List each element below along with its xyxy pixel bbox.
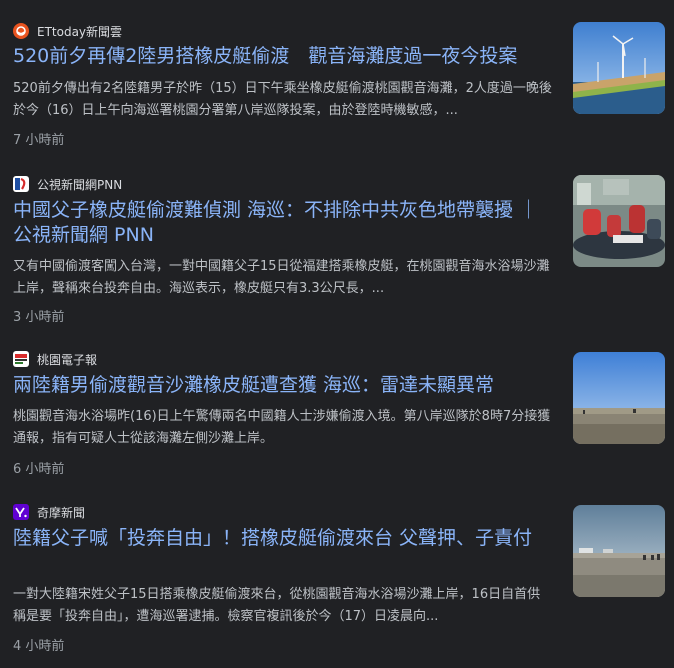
source-name: ETtoday新聞雲 (37, 24, 123, 39)
article-snippet: 一對大陸籍宋姓父子15日搭乘橡皮艇偷渡來台，從桃園觀音海水浴場沙灘上岸，16日自… (13, 587, 541, 624)
article-source[interactable]: 公視新聞網PNN (13, 175, 122, 193)
wind-turbine-coast-image[interactable] (573, 22, 665, 114)
article-time: 7 小時前 (13, 133, 65, 148)
yahoo-logo-icon (13, 504, 29, 520)
article-snippet: 520前夕傳出有2名陸籍男子於昨（15）日下午乘坐橡皮艇偷渡桃園觀音海灘，2人度… (13, 81, 552, 118)
pts-logo-icon (13, 176, 29, 192)
taoyuan-epaper-logo-icon (13, 351, 29, 367)
source-name: 公視新聞網PNN (37, 177, 123, 192)
article-title-link[interactable]: 兩陸籍男偷渡觀音沙灘橡皮艇遭查獲 海巡：雷達未顯異常 (13, 373, 553, 398)
source-name: 奇摩新聞 (37, 505, 86, 520)
beach-sky-image[interactable] (573, 352, 665, 444)
source-name: 桃園電子報 (37, 352, 98, 367)
article-time: 4 小時前 (13, 639, 65, 654)
news-feed: ETtoday新聞雲 520前夕再傳2陸男搭橡皮艇偷渡 觀音海灘度過一夜今投案 … (0, 0, 674, 668)
article-title-link[interactable]: 陸籍父子喊「投奔自由」！搭橡皮艇偷渡來台 父聲押、子責付 (13, 526, 553, 551)
article-snippet: 桃園觀音海水浴場昨(16)日上午驚傳兩名中國籍人士涉嫌偷渡入境。第八岸巡隊於8時… (13, 409, 551, 446)
article-time: 6 小時前 (13, 462, 65, 477)
article-snippet: 又有中國偷渡客闖入台灣，一對中國籍父子15日從福建搭乘橡皮艇，在桃園觀音海水浴場… (13, 259, 550, 296)
article-title-link[interactable]: 中國父子橡皮艇偷渡難偵測 海巡：不排除中共灰色地帶襲擾 ｜ 公視新聞網 PNN (13, 198, 553, 248)
article-source[interactable]: ETtoday新聞雲 (13, 22, 122, 40)
rubber-boat-people-image[interactable] (573, 175, 665, 267)
ettoday-logo-icon (13, 23, 29, 39)
article-time: 3 小時前 (13, 310, 65, 325)
article-source[interactable]: 桃園電子報 (13, 350, 97, 368)
article-title-link[interactable]: 520前夕再傳2陸男搭橡皮艇偷渡 觀音海灘度過一夜今投案 (13, 44, 553, 69)
beach-gray-image[interactable] (573, 505, 665, 597)
article-source[interactable]: 奇摩新聞 (13, 503, 85, 521)
